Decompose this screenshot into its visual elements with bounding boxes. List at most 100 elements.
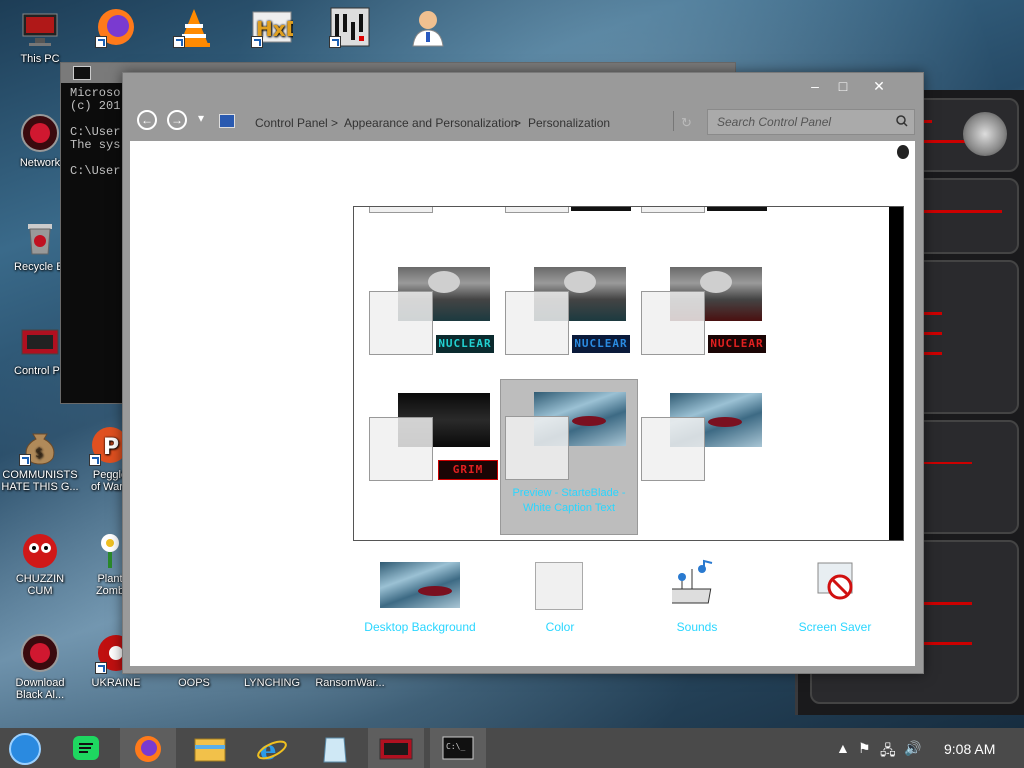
divider xyxy=(673,111,674,131)
breadcrumb-appearance[interactable]: Appearance and Personalization xyxy=(344,116,517,130)
theme-item-partial[interactable] xyxy=(571,207,631,211)
desktop-icon-label: OOPS xyxy=(178,677,210,689)
screen-saver-option[interactable]: Screen Saver xyxy=(780,559,890,634)
desktop-icon-hxd[interactable]: HxD xyxy=(232,6,312,51)
shortcut-arrow-icon xyxy=(89,454,101,466)
cmd-line: The sys xyxy=(70,138,121,152)
theme-name: Preview - StarteBlade - White Caption Te… xyxy=(512,487,626,514)
taskbar-clock[interactable]: 9:08 AM xyxy=(944,741,995,757)
taskbar-cmd[interactable]: C:\_ xyxy=(430,728,486,768)
desktop-icon-download-black[interactable]: Download Black Al... xyxy=(0,632,80,701)
cmd-line: C:\User xyxy=(70,125,121,139)
svg-text:$: $ xyxy=(35,446,43,461)
monitor-icon xyxy=(19,8,61,50)
start-button[interactable] xyxy=(0,728,52,768)
back-button[interactable]: ← xyxy=(137,110,157,130)
search-icon xyxy=(896,115,908,127)
svg-text:P: P xyxy=(103,435,119,460)
show-hidden-icons-button[interactable]: ▲ xyxy=(836,740,850,756)
network-icon xyxy=(19,112,61,154)
shortcut-arrow-icon xyxy=(173,36,185,48)
screen-saver-icon xyxy=(817,562,853,600)
theme-item-grim[interactable]: GRIM xyxy=(364,380,500,534)
download-icon xyxy=(19,632,61,674)
theme-color-swatch xyxy=(641,417,705,481)
theme-color-swatch xyxy=(505,291,569,355)
taskbar-internet-explorer[interactable]: e xyxy=(244,728,300,768)
hxd-icon: HxD xyxy=(251,6,302,48)
close-button[interactable]: ✕ xyxy=(867,77,891,95)
alien-head-icon xyxy=(963,112,1007,156)
theme-item-partial[interactable] xyxy=(505,207,569,213)
theme-item-starteblade-selected[interactable]: Preview - StarteBlade - White Caption Te… xyxy=(500,379,638,535)
color-option[interactable]: Color xyxy=(505,559,615,634)
theme-logo: NUCLEAR xyxy=(708,335,766,353)
theme-item-partial[interactable] xyxy=(641,207,705,213)
theme-logo: GRIM xyxy=(438,460,498,480)
desktop-icon-label: CHUZZIN CUM xyxy=(15,573,65,597)
theme-color-swatch xyxy=(641,291,705,355)
shortcut-arrow-icon xyxy=(251,36,263,48)
desktop-icon-chuzzin[interactable]: CHUZZIN CUM xyxy=(0,528,80,597)
forward-button[interactable]: → xyxy=(167,110,187,130)
internet-explorer-icon: e xyxy=(257,736,287,764)
help-icon[interactable] xyxy=(897,145,909,159)
sounds-icon xyxy=(672,559,713,604)
breadcrumb-separator: > xyxy=(331,116,339,130)
desktop-icon-label: RansomWar... xyxy=(315,677,385,689)
svg-text:C:\_: C:\_ xyxy=(446,742,465,751)
action-center-flag-icon[interactable]: ⚑ xyxy=(858,740,871,757)
maze-icon xyxy=(329,6,371,48)
screen-saver-label[interactable]: Screen Saver xyxy=(780,620,890,634)
theme-logo: NUCLEAR xyxy=(572,335,630,353)
breadcrumb-separator: > xyxy=(514,116,522,130)
taskbar-alienware[interactable] xyxy=(368,728,424,768)
shortcut-arrow-icon xyxy=(19,454,31,466)
theme-color-swatch xyxy=(369,291,433,355)
desktop-background-option[interactable]: Desktop Background xyxy=(354,559,486,634)
address-bar[interactable]: Control Panel > Appearance and Personali… xyxy=(215,109,755,135)
sounds-label[interactable]: Sounds xyxy=(642,620,752,634)
desktop-icon-vlc[interactable] xyxy=(154,6,234,51)
breadcrumb-personalization[interactable]: Personalization xyxy=(528,116,610,130)
recycle-bin-icon xyxy=(19,216,61,258)
desktop-icon-label: Download Black Al... xyxy=(15,677,65,701)
control-panel-icon xyxy=(219,114,235,128)
breadcrumb-control-panel[interactable]: Control Panel xyxy=(255,116,328,130)
sounds-option[interactable]: Sounds xyxy=(642,559,752,634)
search-input[interactable]: Search Control Panel xyxy=(707,109,915,135)
desktop-icon-this-pc[interactable]: This PC xyxy=(0,8,80,65)
desktop-icon-doctor[interactable] xyxy=(388,6,468,51)
theme-logo: NUCLEAR xyxy=(436,335,494,353)
taskbar-spotify[interactable] xyxy=(58,728,114,768)
firefox-icon xyxy=(135,736,161,762)
doctor-icon xyxy=(407,6,449,48)
minimize-button[interactable]: – xyxy=(803,77,827,95)
taskbar-file-explorer[interactable] xyxy=(182,728,238,768)
theme-list[interactable]: NUCLEAR NUCLEAR NUCLEAR GRIM Preview - S… xyxy=(353,206,904,541)
cmd-line: Microso xyxy=(70,86,121,100)
theme-item-starteblade[interactable] xyxy=(636,380,772,534)
desktop-icon-maze[interactable] xyxy=(310,6,390,51)
color-label[interactable]: Color xyxy=(505,620,615,634)
desktop-icon-communists[interactable]: $ COMMUNISTS HATE THIS G... xyxy=(0,424,80,493)
desktop-icon-firefox[interactable] xyxy=(76,6,156,51)
taskbar-notepad[interactable] xyxy=(306,728,362,768)
color-swatch xyxy=(535,562,583,610)
theme-list-scrollbar[interactable] xyxy=(889,207,903,540)
alienware-icon xyxy=(379,738,413,760)
volume-icon[interactable]: 🔊 xyxy=(904,740,921,757)
recent-locations-dropdown[interactable]: ▾ xyxy=(198,111,204,125)
search-placeholder: Search Control Panel xyxy=(717,115,832,129)
vlc-icon xyxy=(173,6,215,48)
personalization-window[interactable]: – □ ✕ ← → ▾ Control Panel > Appearance a… xyxy=(122,72,924,674)
desktop-background-label[interactable]: Desktop Background xyxy=(354,620,486,634)
spotify-icon xyxy=(73,736,99,760)
network-tray-icon[interactable]: 🖧 xyxy=(880,740,896,764)
theme-item-partial[interactable] xyxy=(369,207,433,213)
refresh-icon[interactable]: ↻ xyxy=(681,115,692,131)
theme-item-partial[interactable] xyxy=(707,207,767,211)
taskbar-firefox[interactable] xyxy=(120,728,176,768)
maximize-button[interactable]: □ xyxy=(831,77,855,95)
window-caption-buttons: – □ ✕ xyxy=(803,73,923,99)
